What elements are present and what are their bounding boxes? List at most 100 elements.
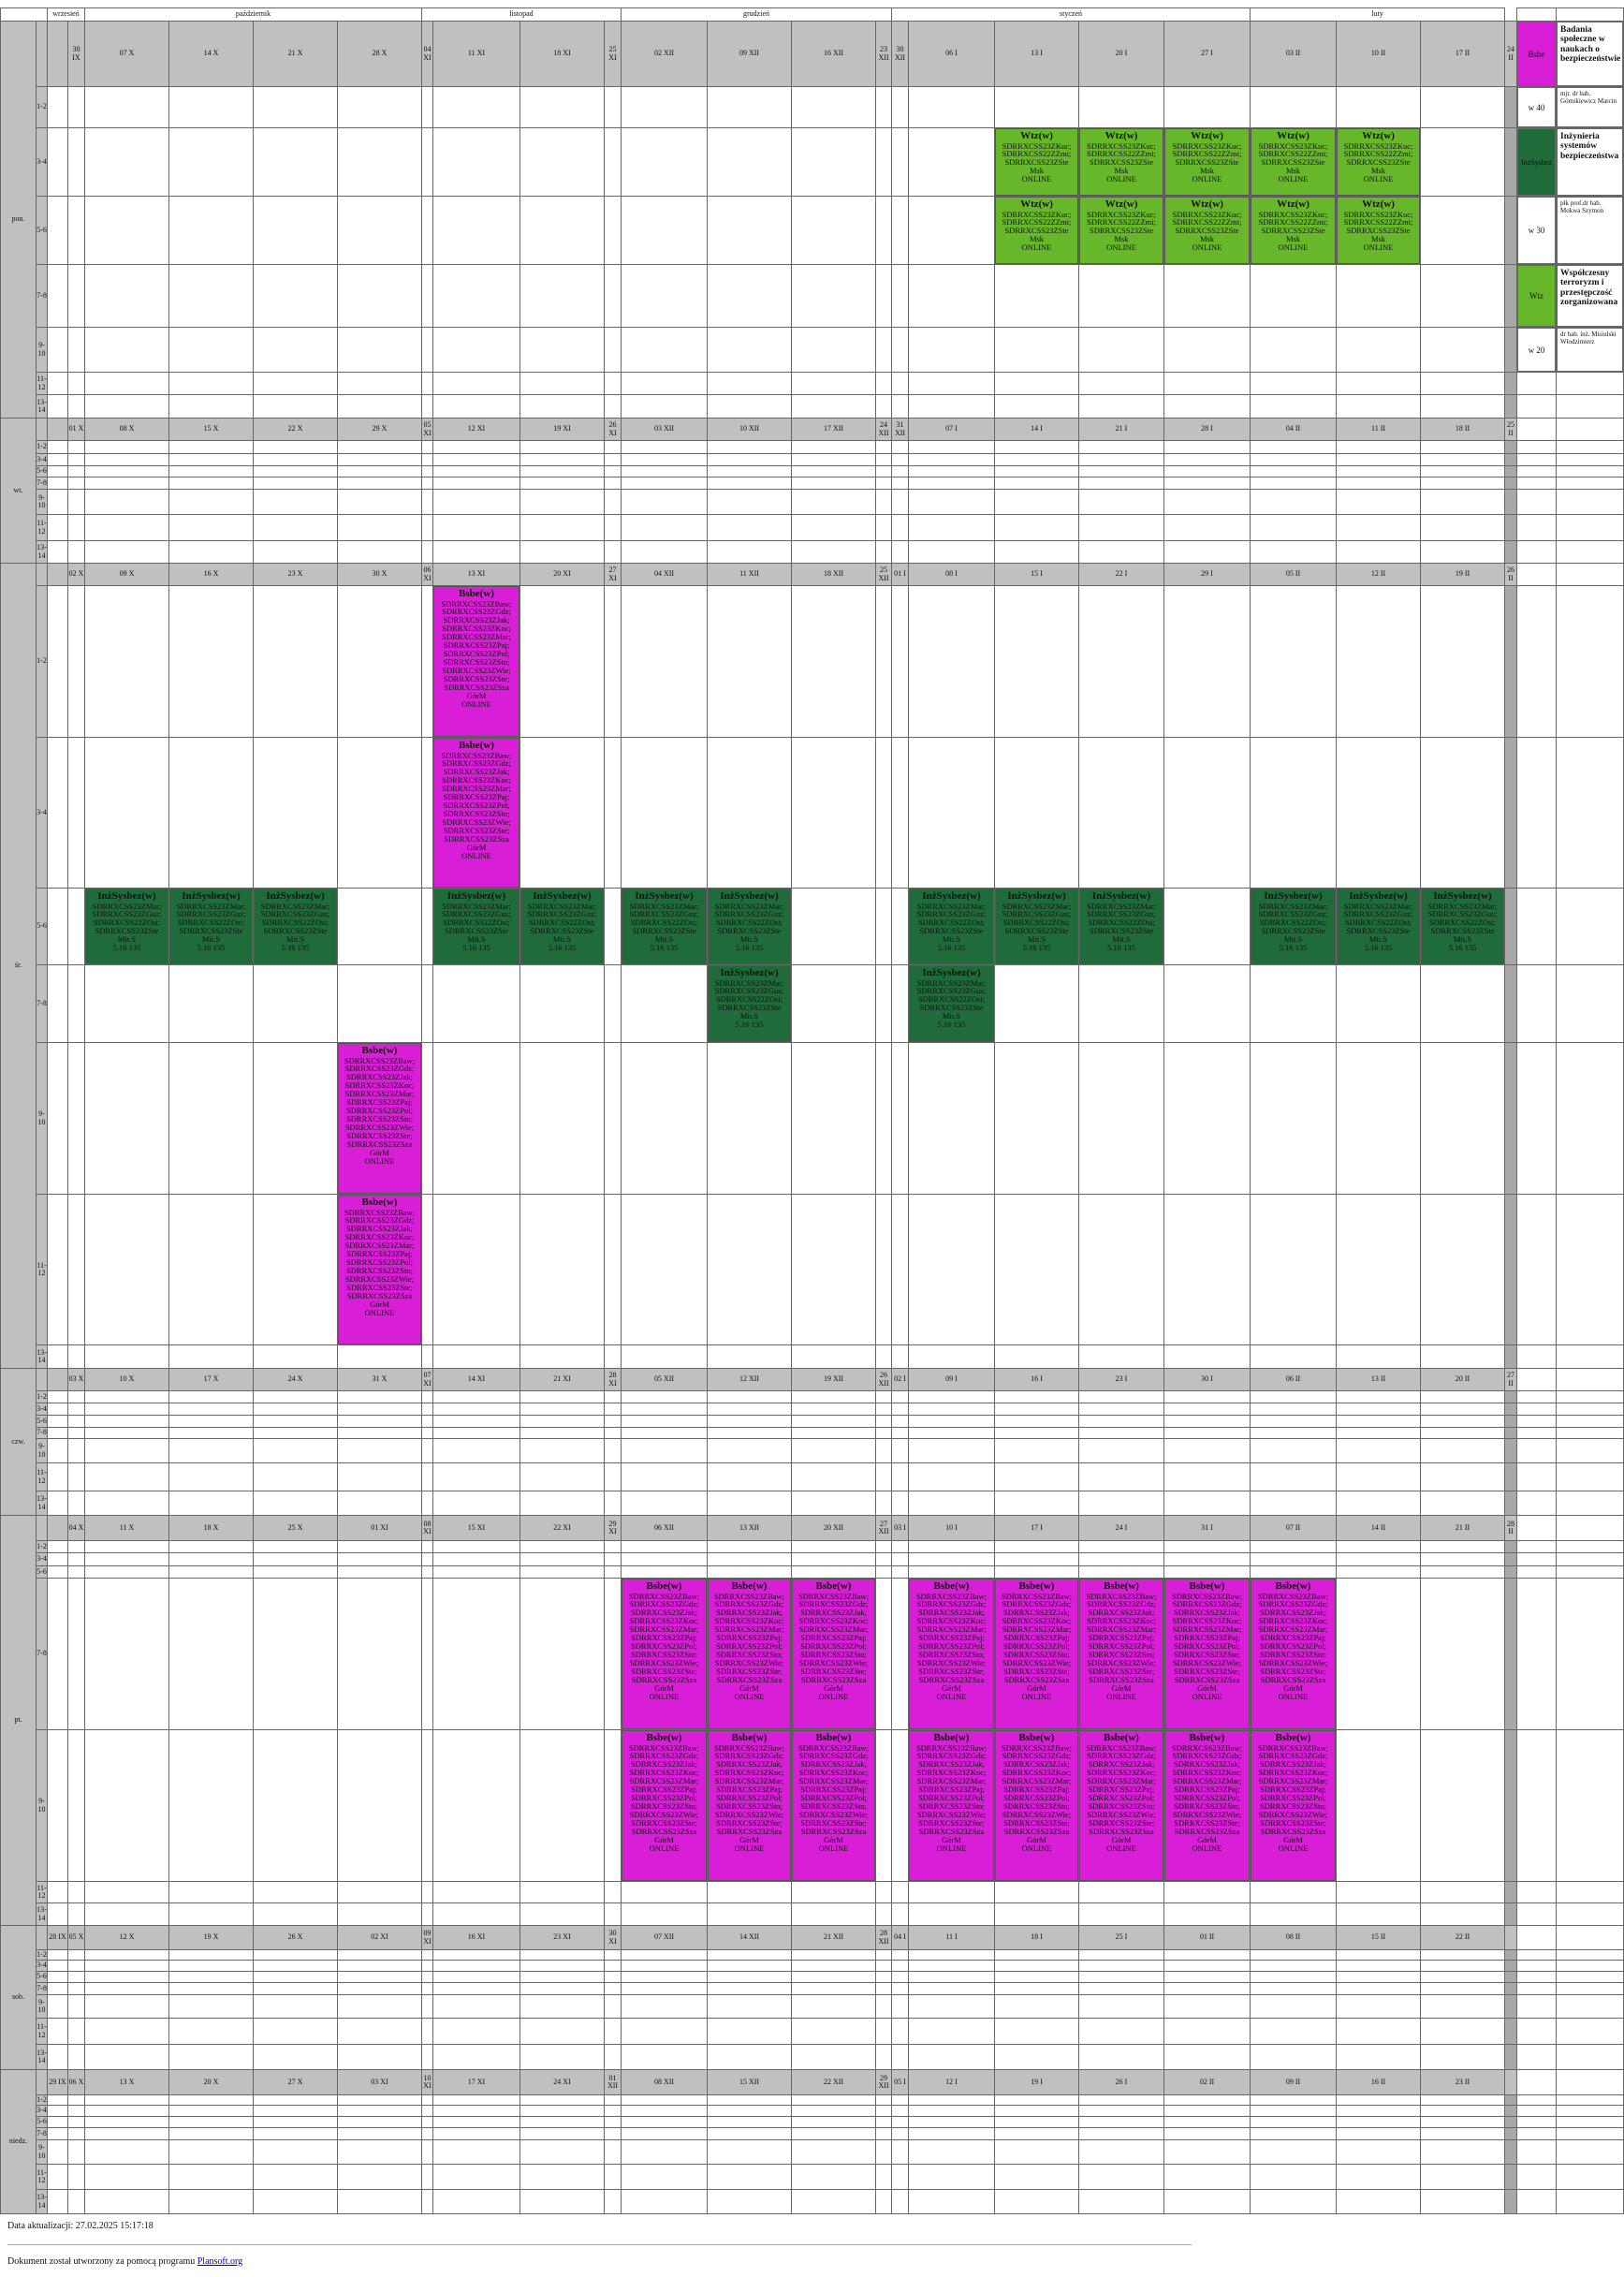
event-block-bsbe[interactable]: Bsbe(w) SDRRXCSS23ZBaw; SDRRXCSS23ZGdz; SDR… xyxy=(909,1579,994,1729)
slot-cell xyxy=(1420,1194,1505,1345)
date-cell-text: 23 I xyxy=(1115,1374,1128,1384)
slot-cell xyxy=(253,1344,338,1369)
date-cell-text: 10 X xyxy=(119,1374,135,1384)
slot-cell xyxy=(67,327,85,373)
slot-cell xyxy=(47,1729,68,1882)
event-block-inz[interactable]: InżSysbez(w) SDRRXCSS23ZMar; SDRRXCSS23ZGu… xyxy=(1079,889,1163,964)
event-block-wtz[interactable]: Wtz(w) SDRRXCSS23ZKuc; SDRRXCSS22ZZmi; SDRR… xyxy=(1164,128,1250,196)
event-block-bsbe[interactable]: Bsbe(w) SDRRXCSS23ZBaw; SDRRXCSS23ZGdz; SDR… xyxy=(338,1195,421,1344)
slot-label-text: 3-4 xyxy=(37,1554,47,1564)
slot-cell xyxy=(253,394,338,419)
event-block-bsbe[interactable]: Bsbe(w) SDRRXCSS23ZBaw; SDRRXCSS23ZGdz; SDR… xyxy=(792,1579,875,1729)
event-block-inz[interactable]: InżSysbez(w) SDRRXCSS23ZMar; SDRRXCSS23ZGu… xyxy=(622,889,707,964)
slot-cell xyxy=(1504,264,1517,328)
event-block-inz[interactable]: InżSysbez(w) SDRRXCSS23ZMar; SDRRXCSS23ZGu… xyxy=(85,889,168,964)
event-block-bsbe[interactable]: Bsbe(w) SDRRXCSS23ZBaw; SDRRXCSS23ZGdz; SDR… xyxy=(995,1730,1078,1881)
event-block-wtz[interactable]: Wtz(w) SDRRXCSS23ZKuc; SDRRXCSS22ZZmi; SDRR… xyxy=(995,197,1078,264)
event-block-wtz[interactable]: Wtz(w) SDRRXCSS23ZKuc; SDRRXCSS22ZZmi; SDRR… xyxy=(1164,197,1250,264)
event-title: Bsbe(w) xyxy=(731,1580,768,1592)
event-block-bsbe[interactable]: Bsbe(w) SDRRXCSS23ZBaw; SDRRXCSS23ZGdz; SDR… xyxy=(995,1579,1078,1729)
slot-cell xyxy=(994,1462,1079,1491)
slot-cell xyxy=(67,964,85,1043)
event-block-bsbe[interactable]: Bsbe(w) SDRRXCSS23ZBaw; SDRRXCSS23ZGdz; SDR… xyxy=(708,1730,791,1881)
slot-label-text: 9-10 xyxy=(37,1109,46,1126)
event-block-inz[interactable]: InżSysbez(w) SDRRXCSS23ZMar; SDRRXCSS23ZGu… xyxy=(708,889,791,964)
date-cell: 25 I xyxy=(1078,1925,1164,1950)
event-block-bsbe[interactable]: Bsbe(w) SDRRXCSS23ZBaw; SDRRXCSS23ZGdz; SDR… xyxy=(1251,1579,1336,1729)
date-cell: 26 XII xyxy=(875,1368,892,1391)
slot-cell xyxy=(1078,585,1164,738)
date-cell-text: 02 X xyxy=(68,569,84,579)
event-block-inz[interactable]: InżSysbez(w) SDRRXCSS23ZMar; SDRRXCSS23ZGu… xyxy=(254,889,337,964)
plansoft-link[interactable]: Plansoft.org xyxy=(198,2256,242,2267)
event-block-bsbe[interactable]: Bsbe(w) SDRRXCSS23ZBaw; SDRRXCSS23ZGdz; SDR… xyxy=(909,1730,994,1881)
slot-cell xyxy=(1250,2189,1337,2214)
slot-cell xyxy=(67,196,85,265)
event-block-inz[interactable]: InżSysbez(w) SDRRXCSS23ZMar; SDRRXCSS23ZGu… xyxy=(708,965,791,1042)
event-block-inz[interactable]: InżSysbez(w) SDRRXCSS23ZMar; SDRRXCSS23ZGu… xyxy=(1337,889,1420,964)
event-block-bsbe[interactable]: Bsbe(w) SDRRXCSS23ZBaw; SDRRXCSS23ZGdz; SDR… xyxy=(708,1579,791,1729)
date-cell: 08 I xyxy=(908,563,995,586)
event-title: Bsbe(w) xyxy=(1104,1732,1139,1743)
event-block-inz[interactable]: InżSysbez(w) SDRRXCSS23ZMar; SDRRXCSS23ZGu… xyxy=(909,889,994,964)
event-block-inz[interactable]: InżSysbez(w) SDRRXCSS23ZMar; SDRRXCSS23ZGu… xyxy=(1421,889,1504,964)
date-cell-text: 01 X xyxy=(68,424,84,433)
slot-cell xyxy=(1078,453,1164,466)
event-block-inz[interactable]: InżSysbez(w) SDRRXCSS23ZMar; SDRRXCSS23ZGu… xyxy=(520,889,604,964)
date-cell: 09 XII xyxy=(707,21,792,87)
event-block-inz[interactable]: InżSysbez(w) SDRRXCSS23ZMar; SDRRXCSS23ZGu… xyxy=(909,965,994,1042)
legend-col xyxy=(1556,1540,1624,1553)
event-title: Wtz(w) xyxy=(1105,130,1138,141)
event-block-wtz[interactable]: Wtz(w) SDRRXCSS23ZKuc; SDRRXCSS22ZZmi; SDRR… xyxy=(1079,128,1163,196)
date-cell-text: 12 X xyxy=(119,1932,135,1942)
slot-cell xyxy=(875,1194,892,1345)
event-block-bsbe[interactable]: Bsbe(w) SDRRXCSS23ZBaw; SDRRXCSS23ZGdz; SDR… xyxy=(1164,1579,1250,1729)
date-cell-text: 18 X xyxy=(203,1522,219,1532)
slot-cell xyxy=(432,1403,520,1416)
slot-cell xyxy=(1504,514,1517,541)
date-cell-text: 15 XII xyxy=(739,2077,760,2086)
slot-cell xyxy=(908,1462,995,1491)
date-cell-text: 22 X xyxy=(287,424,303,433)
event-block-bsbe[interactable]: Bsbe(w) SDRRXCSS23ZBaw; SDRRXCSS23ZGdz; SDR… xyxy=(433,738,519,888)
slot-label-text: 7-8 xyxy=(37,1428,47,1437)
event-block-bsbe[interactable]: Bsbe(w) SDRRXCSS23ZBaw; SDRRXCSS23ZGdz; SDR… xyxy=(622,1730,707,1881)
date-cell-text: 30 I xyxy=(1201,1374,1213,1384)
slot-cell xyxy=(1163,514,1251,541)
slot-cell xyxy=(875,514,892,541)
event-block-wtz[interactable]: Wtz(w) SDRRXCSS23ZKuc; SDRRXCSS22ZZmi; SDRR… xyxy=(1251,197,1336,264)
event-block-bsbe[interactable]: Bsbe(w) SDRRXCSS23ZBaw; SDRRXCSS23ZGdz; SDR… xyxy=(792,1730,875,1881)
event-block-bsbe[interactable]: Bsbe(w) SDRRXCSS23ZBaw; SDRRXCSS23ZGdz; SDR… xyxy=(1079,1579,1163,1729)
event-block-wtz[interactable]: Wtz(w) SDRRXCSS23ZKuc; SDRRXCSS22ZZmi; SDRR… xyxy=(1337,197,1420,264)
slot-cell xyxy=(84,1042,169,1195)
event-block-bsbe[interactable]: Bsbe(w) SDRRXCSS23ZBaw; SDRRXCSS23ZGdz; SDR… xyxy=(338,1043,421,1194)
slot-cell xyxy=(519,127,605,197)
event-block-wtz[interactable]: Wtz(w) SDRRXCSS23ZKuc; SDRRXCSS22ZZmi; SDRR… xyxy=(995,128,1078,196)
month-header-text: styczeń xyxy=(1060,9,1082,19)
slot-cell xyxy=(432,2139,520,2165)
slot-cell xyxy=(84,2139,169,2165)
slot-cell xyxy=(707,737,792,889)
event-block-inz[interactable]: InżSysbez(w) SDRRXCSS23ZMar; SDRRXCSS23ZGu… xyxy=(1251,889,1336,964)
event-block-inz[interactable]: InżSysbez(w) SDRRXCSS23ZMar; SDRRXCSS23ZGu… xyxy=(169,889,253,964)
slot-cell xyxy=(432,540,520,564)
event-block-bsbe[interactable]: Bsbe(w) SDRRXCSS23ZBaw; SDRRXCSS23ZGdz; SDR… xyxy=(1251,1730,1336,1881)
event-block-wtz[interactable]: Wtz(w) SDRRXCSS23ZKuc; SDRRXCSS22ZZmi; SDRR… xyxy=(1251,128,1336,196)
slot-cell xyxy=(1078,1415,1164,1428)
event-block-bsbe[interactable]: Bsbe(w) SDRRXCSS23ZBaw; SDRRXCSS23ZGdz; SDR… xyxy=(1164,1730,1250,1881)
event-block-bsbe[interactable]: Bsbe(w) SDRRXCSS23ZBaw; SDRRXCSS23ZGdz; SDR… xyxy=(622,1579,707,1729)
slot-cell xyxy=(891,540,909,564)
slot-cell xyxy=(1336,394,1421,419)
slot-cell xyxy=(1420,1982,1505,1995)
event-block-bsbe[interactable]: Bsbe(w) SDRRXCSS23ZBaw; SDRRXCSS23ZGdz; SDR… xyxy=(1079,1730,1163,1881)
event-block-wtz[interactable]: Wtz(w) SDRRXCSS23ZKuc; SDRRXCSS22ZZmi; SDRR… xyxy=(1079,197,1163,264)
event-block-wtz[interactable]: Wtz(w) SDRRXCSS23ZKuc; SDRRXCSS22ZZmi; SDRR… xyxy=(1337,128,1420,196)
event-block-inz[interactable]: InżSysbez(w) SDRRXCSS23ZMar; SDRRXCSS23ZGu… xyxy=(433,889,519,964)
slot-cell xyxy=(791,1982,876,1995)
event-block-inz[interactable]: InżSysbez(w) SDRRXCSS23ZMar; SDRRXCSS23ZGu… xyxy=(995,889,1078,964)
slot-cell xyxy=(168,2018,254,2045)
event-line: ONLINE xyxy=(1106,1843,1136,1853)
slot-cell xyxy=(1250,1552,1337,1566)
event-block-bsbe[interactable]: Bsbe(w) SDRRXCSS23ZBaw; SDRRXCSS23ZGdz; SDR… xyxy=(433,586,519,737)
footer-credit: Dokument został utworzony za pomocą prog… xyxy=(7,2256,242,2267)
